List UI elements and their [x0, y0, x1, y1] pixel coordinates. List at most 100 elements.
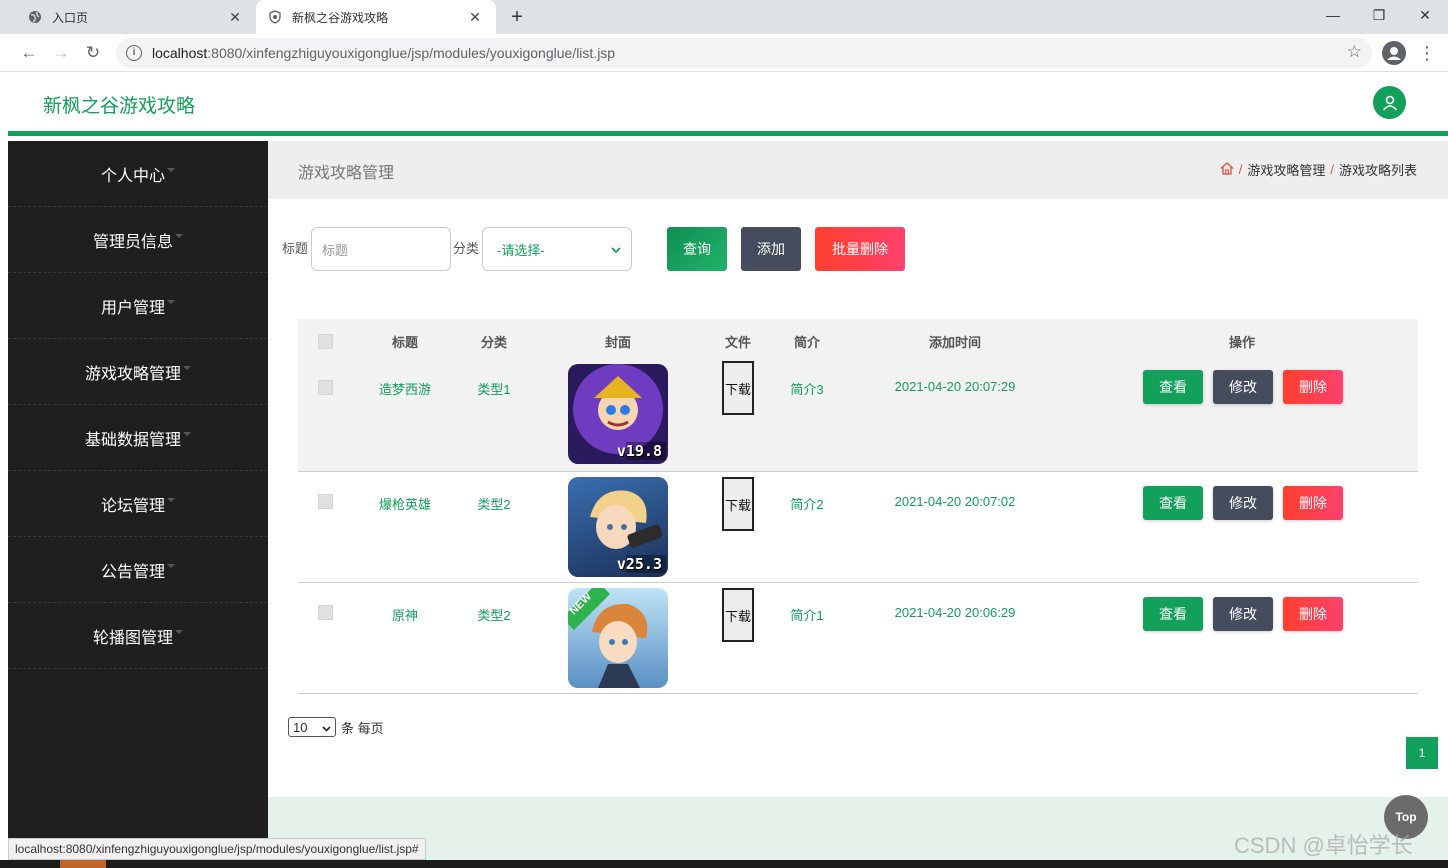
browser-tab-app[interactable]: 新枫之谷游戏攻略 ✕ [256, 0, 496, 34]
window-close-icon[interactable]: ✕ [1402, 0, 1448, 30]
delete-button[interactable]: 删除 [1283, 486, 1343, 520]
home-icon[interactable] [1220, 161, 1234, 178]
download-button[interactable]: 下载 [722, 361, 754, 415]
row-checkbox[interactable] [318, 380, 333, 395]
os-taskbar [0, 860, 1448, 868]
table-row: 造梦西游 类型1 v19.8 下载 简介3 2021-04-20 20:07:2… [298, 361, 1418, 472]
sidebar-item-user-management[interactable]: 用户管理 [8, 273, 268, 339]
row-title: 原神 [391, 608, 418, 623]
column-header-category: 分类 [480, 334, 507, 350]
minimize-icon[interactable]: — [1310, 0, 1356, 30]
taskbar-app-icon[interactable] [60, 860, 106, 868]
restore-icon[interactable]: ❐ [1356, 0, 1402, 30]
caret-down-icon [183, 431, 191, 436]
row-checkbox[interactable] [318, 494, 333, 509]
guide-table: 标题 分类 封面 文件 简介 添加时间 操作 造梦西游 类型1 v19.8 下载… [298, 319, 1418, 694]
tab-close-icon[interactable]: ✕ [466, 9, 484, 26]
browser-tabstrip: 入口页 ✕ 新枫之谷游戏攻略 ✕ + — ❐ ✕ [0, 0, 1448, 34]
title-label: 标题 [282, 240, 309, 256]
user-avatar-icon[interactable] [1373, 86, 1406, 119]
add-button[interactable]: 添加 [741, 227, 802, 271]
column-header-added-time: 添加时间 [928, 334, 981, 350]
row-summary: 简介3 [790, 382, 824, 397]
view-button[interactable]: 查看 [1143, 597, 1203, 631]
sidebar-item-personal-center[interactable]: 个人中心 [8, 141, 268, 207]
search-form: 标题 标题 分类 -请选择- 查询 添加 批量删除 [282, 227, 906, 271]
sidebar-item-label: 个人中心 [100, 167, 165, 185]
caret-down-icon [175, 233, 183, 238]
row-checkbox[interactable] [318, 605, 333, 620]
address-bar[interactable]: i localhost:8080/xinfengzhiguyouxigonglu… [116, 38, 1372, 68]
info-icon[interactable]: i [126, 45, 142, 61]
globe-icon [28, 10, 42, 24]
edit-button[interactable]: 修改 [1213, 597, 1273, 631]
delete-button[interactable]: 删除 [1283, 597, 1343, 631]
chevron-down-icon [611, 242, 621, 257]
edit-button[interactable]: 修改 [1213, 486, 1273, 520]
browser-menu-icon[interactable]: ⋮ [1418, 40, 1436, 66]
caret-down-icon [167, 167, 175, 172]
category-select[interactable]: -请选择- [482, 227, 633, 271]
download-button[interactable]: 下载 [722, 588, 754, 642]
cover-image-zaomeng: v19.8 [568, 364, 668, 464]
title-search-input[interactable]: 标题 [311, 227, 452, 271]
page-size-control: 10 条 每页 [288, 717, 384, 737]
select-all-checkbox[interactable] [318, 334, 333, 349]
sidebar-item-base-data[interactable]: 基础数据管理 [8, 405, 268, 471]
url-host: localhost [152, 45, 208, 61]
breadcrumb-item[interactable]: 游戏攻略管理 [1247, 160, 1325, 179]
category-selected-value: -请选择- [497, 242, 545, 258]
column-header-cover: 封面 [604, 334, 631, 350]
page-number-button[interactable]: 1 [1406, 737, 1438, 769]
bookmark-star-icon[interactable]: ☆ [1347, 42, 1362, 62]
row-category: 类型1 [477, 382, 511, 397]
url-path: :8080/xinfengzhiguyouxigonglue/jsp/modul… [207, 45, 616, 61]
forward-arrow-icon[interactable]: → [48, 40, 74, 66]
view-button[interactable]: 查看 [1143, 370, 1203, 404]
page-title: 游戏攻略管理 [298, 165, 395, 182]
shield-icon [268, 10, 282, 24]
tab-label: 入口页 [52, 10, 89, 25]
sidebar-item-admin-info[interactable]: 管理员信息 [8, 207, 268, 273]
caret-down-icon [183, 365, 191, 370]
sidebar-item-label: 基础数据管理 [84, 431, 181, 449]
sidebar-item-forum[interactable]: 论坛管理 [8, 471, 268, 537]
category-label: 分类 [453, 240, 480, 256]
row-added-time: 2021-04-20 20:06:29 [894, 605, 1016, 620]
page-header: 游戏攻略管理 / 游戏攻略管理 / 游戏攻略列表 [268, 141, 1448, 199]
app-title: 新枫之谷游戏攻略 [43, 96, 196, 117]
cover-version-badge: v19.8 [616, 442, 662, 460]
query-button[interactable]: 查询 [667, 227, 728, 271]
sidebar-menu: 个人中心 管理员信息 用户管理 游戏攻略管理 基础数据管理 论坛管理 公告管理 … [8, 141, 268, 868]
row-title: 造梦西游 [378, 382, 431, 397]
sidebar-item-guide-management[interactable]: 游戏攻略管理 [8, 339, 268, 405]
browser-toolbar: ← → ↻ i localhost:8080/xinfengzhiguyouxi… [0, 34, 1448, 72]
sidebar-item-label: 论坛管理 [100, 497, 165, 515]
delete-button[interactable]: 删除 [1283, 370, 1343, 404]
browser-profile-icon[interactable] [1382, 41, 1406, 65]
column-header-actions: 操作 [1228, 334, 1255, 350]
reload-icon[interactable]: ↻ [80, 40, 106, 66]
back-arrow-icon[interactable]: ← [16, 40, 42, 66]
download-button[interactable]: 下载 [722, 477, 754, 531]
row-category: 类型2 [477, 608, 511, 623]
row-added-time: 2021-04-20 20:07:02 [894, 494, 1016, 509]
sidebar-item-carousel[interactable]: 轮播图管理 [8, 603, 268, 669]
edit-button[interactable]: 修改 [1213, 370, 1273, 404]
new-tab-icon[interactable]: + [504, 4, 530, 30]
row-summary: 简介1 [790, 608, 824, 623]
sidebar-item-notices[interactable]: 公告管理 [8, 537, 268, 603]
app-header: 新枫之谷游戏攻略 [8, 72, 1448, 136]
status-bar-url: localhost:8080/xinfengzhiguyouxigonglue/… [8, 838, 426, 860]
browser-tab-entry[interactable]: 入口页 ✕ [16, 0, 256, 34]
tab-close-icon[interactable]: ✕ [226, 9, 244, 26]
view-button[interactable]: 查看 [1143, 486, 1203, 520]
row-added-time: 2021-04-20 20:07:29 [894, 379, 1016, 394]
batch-delete-button[interactable]: 批量删除 [815, 227, 906, 271]
per-page-label: 条 每页 [341, 720, 384, 736]
cover-image-baoqiang: v25.3 [568, 477, 668, 577]
page-size-value: 10 [293, 719, 308, 735]
page-size-select[interactable]: 10 [288, 717, 336, 737]
chevron-down-icon [322, 720, 331, 735]
tab-label: 新枫之谷游戏攻略 [292, 10, 389, 25]
